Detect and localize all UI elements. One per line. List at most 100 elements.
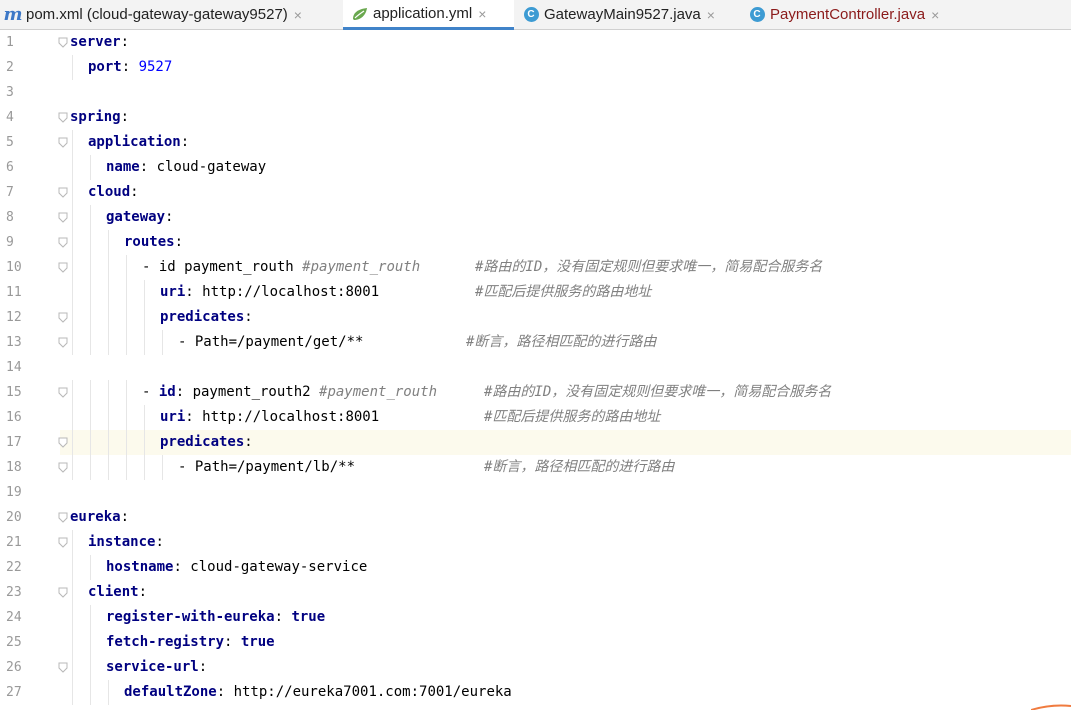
fold-toggle-icon[interactable]	[58, 137, 68, 148]
fold-toggle-icon[interactable]	[58, 187, 68, 198]
code-line[interactable]: defaultZone: http://eureka7001.com:7001/…	[124, 680, 512, 705]
scroll-marker	[1031, 704, 1071, 710]
maven-icon: m	[3, 4, 23, 25]
fold-toggle-icon[interactable]	[58, 537, 68, 548]
close-icon[interactable]: ×	[931, 7, 939, 23]
indent-guide	[90, 605, 91, 630]
code-line[interactable]: eureka:	[70, 505, 129, 530]
indent-guide	[144, 330, 145, 355]
indent-guide	[108, 380, 109, 405]
code-editor[interactable]: 1 2 3 4 5 6 7 8 9 10 11 12 13 14 15 16 17 18 19 20 21 22 23 24 2…	[0, 30, 1071, 710]
indent-guide	[90, 430, 91, 455]
code-line[interactable]: gateway:	[106, 205, 173, 230]
yaml-comment: #匹配后提供服务的路由地址	[475, 284, 652, 300]
code-line[interactable]: application:	[88, 130, 189, 155]
indent-guide	[126, 405, 127, 430]
yaml-key: instance	[88, 534, 156, 550]
tab-paymentcontroller[interactable]: C PaymentController.java ×	[748, 0, 966, 29]
tab-label: PaymentController.java	[770, 6, 926, 23]
spring-yml-icon	[351, 5, 369, 23]
tab-application-yml[interactable]: application.yml ×	[343, 0, 514, 30]
yaml-separator: :	[216, 684, 234, 700]
indent-guide	[108, 430, 109, 455]
yaml-value: cloud-gateway	[156, 159, 267, 175]
indent-guide	[72, 205, 73, 230]
yaml-separator: :	[180, 134, 190, 150]
close-icon[interactable]: ×	[707, 7, 715, 23]
code-line[interactable]: - Path=/payment/get/**	[178, 330, 363, 355]
indent-guide	[108, 455, 109, 480]
yaml-separator: :	[185, 409, 203, 425]
indent-guide	[108, 405, 109, 430]
indent-guide	[72, 380, 73, 405]
code-line[interactable]: client:	[88, 580, 147, 605]
yaml-separator: :	[244, 434, 253, 450]
yaml-comment: #匹配后提供服务的路由地址	[484, 409, 661, 425]
yaml-key: routes	[124, 234, 175, 250]
code-line[interactable]: service-url:	[106, 655, 207, 680]
fold-toggle-icon[interactable]	[58, 387, 68, 398]
indent-guide	[90, 230, 91, 255]
code-line[interactable]: fetch-registry: true	[106, 630, 275, 655]
indent-guide	[90, 280, 91, 305]
yaml-comment: #payment_routh	[302, 259, 421, 275]
fold-toggle-icon[interactable]	[58, 662, 68, 673]
yaml-key: service-url	[106, 659, 199, 675]
line-number: 19	[6, 485, 22, 500]
code-line[interactable]: hostname: cloud-gateway-service	[106, 555, 367, 580]
fold-toggle-icon[interactable]	[58, 462, 68, 473]
fold-toggle-icon[interactable]	[58, 587, 68, 598]
fold-toggle-icon[interactable]	[58, 312, 68, 323]
code-line[interactable]: port: 9527	[88, 55, 172, 80]
yaml-key: predicates	[160, 309, 245, 325]
code-line[interactable]: name: cloud-gateway	[106, 155, 266, 180]
fold-toggle-icon[interactable]	[58, 337, 68, 348]
indent-guide	[72, 155, 73, 180]
code-line[interactable]: predicates:	[160, 305, 253, 330]
java-class-icon: C	[522, 6, 540, 24]
line-number: 8	[6, 210, 14, 225]
tab-pom-xml[interactable]: m pom.xml (cloud-gateway-gateway9527) ×	[3, 0, 340, 29]
code-line[interactable]: predicates:	[160, 430, 253, 455]
java-class-icon: C	[748, 6, 766, 24]
indent-guide	[144, 455, 145, 480]
code-line[interactable]: server:	[70, 30, 129, 55]
fold-toggle-icon[interactable]	[58, 112, 68, 123]
yaml-value: cloud-gateway-service	[190, 559, 368, 575]
indent-guide	[108, 305, 109, 330]
code-line[interactable]: - id payment_routh #payment_routh	[142, 255, 420, 280]
code-line[interactable]: routes:	[124, 230, 183, 255]
code-line[interactable]: cloud:	[88, 180, 139, 205]
yaml-key: server	[70, 34, 121, 50]
code-line[interactable]: uri: http://localhost:8001	[160, 280, 379, 305]
line-number: 23	[6, 585, 22, 600]
fold-toggle-icon[interactable]	[58, 262, 68, 273]
fold-toggle-icon[interactable]	[58, 512, 68, 523]
yaml-separator: :	[198, 659, 208, 675]
code-line[interactable]: - id: payment_routh2 #payment_routh	[142, 380, 437, 405]
fold-toggle-icon[interactable]	[58, 237, 68, 248]
indent-guide	[72, 55, 73, 80]
indent-guide	[72, 130, 73, 155]
code-line[interactable]: register-with-eureka: true	[106, 605, 325, 630]
code-line[interactable]: uri: http://localhost:8001	[160, 405, 379, 430]
indent-guide	[72, 630, 73, 655]
fold-toggle-icon[interactable]	[58, 212, 68, 223]
yaml-key: gateway	[106, 209, 166, 225]
fold-toggle-icon[interactable]	[58, 437, 68, 448]
code-line[interactable]: spring:	[70, 105, 129, 130]
indent-guide	[108, 280, 109, 305]
indent-guide	[72, 455, 73, 480]
indent-guide	[90, 330, 91, 355]
yaml-separator: :	[224, 634, 241, 650]
yaml-value: true	[240, 634, 275, 650]
close-icon[interactable]: ×	[294, 7, 302, 23]
close-icon[interactable]: ×	[478, 6, 486, 22]
tab-label: application.yml	[373, 5, 473, 22]
code-line[interactable]: - Path=/payment/lb/**	[178, 455, 355, 480]
fold-toggle-icon[interactable]	[58, 37, 68, 48]
code-line[interactable]: instance:	[88, 530, 164, 555]
yaml-separator: :	[244, 309, 253, 325]
tab-gatewaymain9527[interactable]: C GatewayMain9527.java ×	[522, 0, 740, 29]
line-number: 13	[6, 335, 22, 350]
